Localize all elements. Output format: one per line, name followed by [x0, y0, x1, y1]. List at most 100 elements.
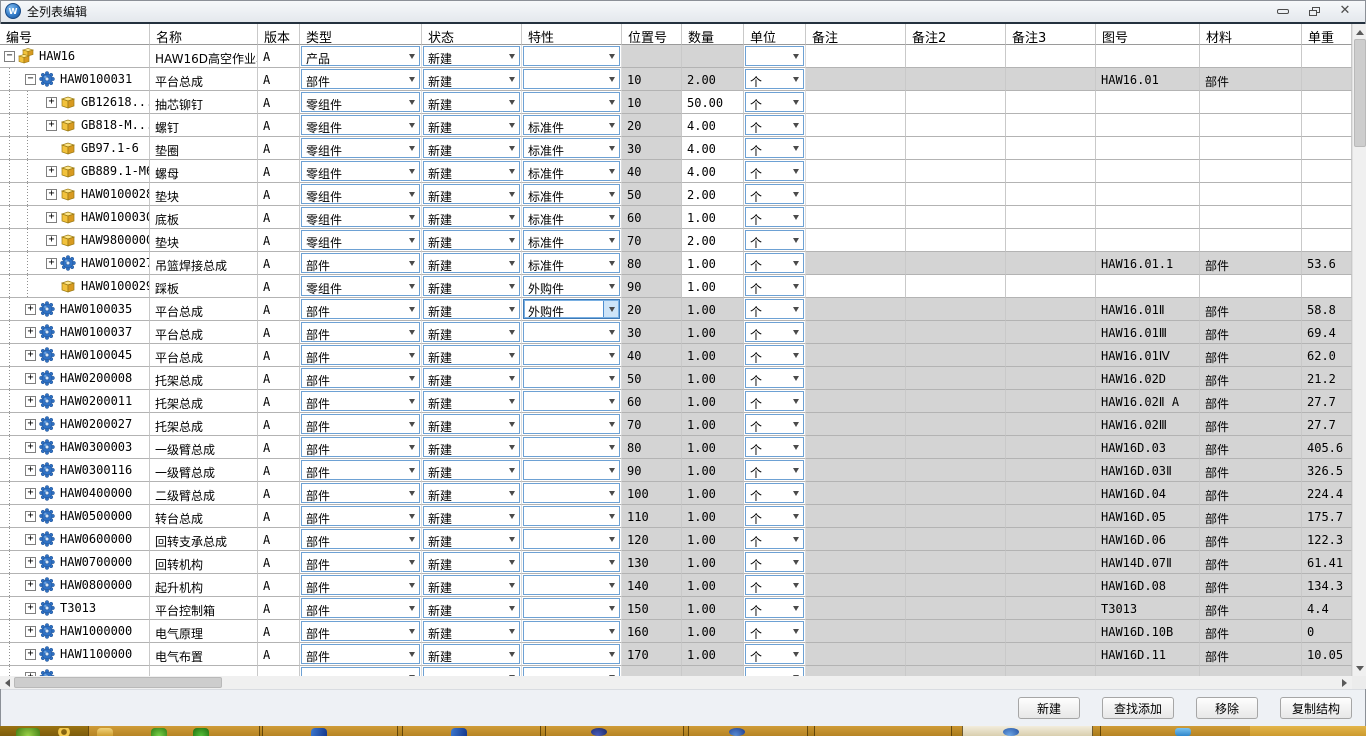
feature-select[interactable]: 外购件 — [523, 299, 620, 319]
chevron-down-icon[interactable] — [788, 93, 803, 111]
cell-version[interactable]: A — [258, 643, 300, 666]
expand-button[interactable]: + — [25, 419, 36, 430]
cell-remark[interactable] — [806, 229, 906, 252]
chevron-down-icon[interactable] — [404, 645, 419, 663]
cell-drawing[interactable] — [1096, 45, 1200, 68]
chevron-down-icon[interactable] — [404, 70, 419, 88]
feature-select[interactable]: 标准件 — [523, 161, 620, 181]
cell-name[interactable]: 电气原理 — [150, 620, 258, 643]
chevron-down-icon[interactable] — [788, 599, 803, 617]
cell-version[interactable]: A — [258, 45, 300, 68]
unit-select[interactable] — [745, 667, 804, 676]
cell-code[interactable]: +HAW0300003 — [0, 436, 150, 459]
cell-weight[interactable] — [1302, 114, 1352, 137]
cell-name[interactable]: HAW16D高空作业车 — [150, 45, 258, 68]
cell-name[interactable] — [150, 666, 258, 676]
cell-version[interactable]: A — [258, 413, 300, 436]
cell-drawing[interactable] — [1096, 183, 1200, 206]
unit-select[interactable]: 个 — [745, 230, 804, 250]
cell-remark3[interactable] — [1006, 114, 1096, 137]
unit-select[interactable] — [745, 46, 804, 66]
status-select[interactable]: 新建 — [423, 115, 520, 135]
chevron-down-icon[interactable] — [788, 507, 803, 525]
feature-select[interactable]: 标准件 — [523, 230, 620, 250]
unit-select[interactable]: 个 — [745, 161, 804, 181]
cell-name[interactable]: 垫圈 — [150, 137, 258, 160]
cell-code[interactable]: +HAW0300116 — [0, 459, 150, 482]
cell-quantity[interactable]: 2.00 — [682, 183, 744, 206]
feature-select[interactable] — [523, 644, 620, 664]
type-select[interactable]: 部件 — [301, 69, 420, 89]
status-select[interactable]: 新建 — [423, 276, 520, 296]
chevron-down-icon[interactable] — [404, 93, 419, 111]
expand-button[interactable]: + — [25, 511, 36, 522]
cell-version[interactable] — [258, 666, 300, 676]
column-header-version[interactable]: 版本 — [258, 24, 300, 45]
chevron-down-icon[interactable] — [404, 369, 419, 387]
chevron-down-icon[interactable] — [504, 346, 519, 364]
chevron-down-icon[interactable] — [604, 415, 619, 433]
cell-quantity[interactable]: 2.00 — [682, 229, 744, 252]
chevron-down-icon[interactable] — [788, 254, 803, 272]
chevron-down-icon[interactable] — [504, 70, 519, 88]
cell-name[interactable]: 螺母 — [150, 160, 258, 183]
status-select[interactable]: 新建 — [423, 414, 520, 434]
cell-name[interactable]: 平台总成 — [150, 68, 258, 91]
chevron-down-icon[interactable] — [788, 185, 803, 203]
cell-code[interactable]: +HAW9800000 — [0, 229, 150, 252]
cell-code[interactable]: +HAW1000000 — [0, 620, 150, 643]
chevron-down-icon[interactable] — [604, 576, 619, 594]
feature-select[interactable] — [523, 368, 620, 388]
chevron-down-icon[interactable] — [604, 47, 619, 65]
start-button[interactable] — [0, 726, 88, 736]
feature-select[interactable] — [523, 621, 620, 641]
cell-name[interactable]: 垫块 — [150, 183, 258, 206]
cell-drawing[interactable] — [1096, 206, 1200, 229]
collapse-button[interactable]: − — [4, 51, 15, 62]
status-select[interactable]: 新建 — [423, 184, 520, 204]
expand-button[interactable]: + — [25, 396, 36, 407]
chevron-down-icon[interactable] — [604, 668, 619, 676]
cell-name[interactable]: 平台总成 — [150, 344, 258, 367]
chevron-down-icon[interactable] — [788, 438, 803, 456]
chevron-down-icon[interactable] — [788, 323, 803, 341]
cell-version[interactable]: A — [258, 275, 300, 298]
cell-code[interactable]: GB97.1-6 — [0, 137, 150, 160]
chevron-down-icon[interactable] — [504, 392, 519, 410]
cell-remark[interactable] — [806, 206, 906, 229]
cell-quantity[interactable]: 4.00 — [682, 137, 744, 160]
unit-select[interactable]: 个 — [745, 322, 804, 342]
cell-version[interactable]: A — [258, 252, 300, 275]
chevron-down-icon[interactable] — [504, 185, 519, 203]
cell-remark2[interactable] — [906, 275, 1006, 298]
chevron-down-icon[interactable] — [404, 346, 419, 364]
cell-material[interactable] — [1200, 206, 1302, 229]
cell-material[interactable] — [1200, 183, 1302, 206]
status-select[interactable]: 新建 — [423, 483, 520, 503]
chevron-down-icon[interactable] — [604, 622, 619, 640]
cell-version[interactable]: A — [258, 298, 300, 321]
chevron-down-icon[interactable] — [604, 116, 619, 134]
cell-name[interactable]: 螺钉 — [150, 114, 258, 137]
column-header-drawing[interactable]: 图号 — [1096, 24, 1200, 45]
cell-version[interactable]: A — [258, 505, 300, 528]
chevron-down-icon[interactable] — [404, 668, 419, 676]
chevron-down-icon[interactable] — [788, 208, 803, 226]
chevron-down-icon[interactable] — [404, 139, 419, 157]
column-header-unit[interactable]: 单位 — [744, 24, 806, 45]
type-select[interactable]: 部件 — [301, 368, 420, 388]
cell-material[interactable] — [1200, 160, 1302, 183]
chevron-down-icon[interactable] — [604, 208, 619, 226]
cell-version[interactable]: A — [258, 91, 300, 114]
cell-version[interactable]: A — [258, 528, 300, 551]
expand-button[interactable]: + — [25, 603, 36, 614]
cell-name[interactable]: 电气布置 — [150, 643, 258, 666]
type-select[interactable]: 部件 — [301, 575, 420, 595]
chevron-down-icon[interactable] — [604, 346, 619, 364]
status-select[interactable]: 新建 — [423, 299, 520, 319]
chevron-down-icon[interactable] — [788, 139, 803, 157]
cell-quantity[interactable]: 4.00 — [682, 160, 744, 183]
cell-name[interactable]: 抽芯铆钉 — [150, 91, 258, 114]
column-header-material[interactable]: 材料 — [1200, 24, 1302, 45]
vertical-scroll-thumb[interactable] — [1354, 39, 1366, 147]
